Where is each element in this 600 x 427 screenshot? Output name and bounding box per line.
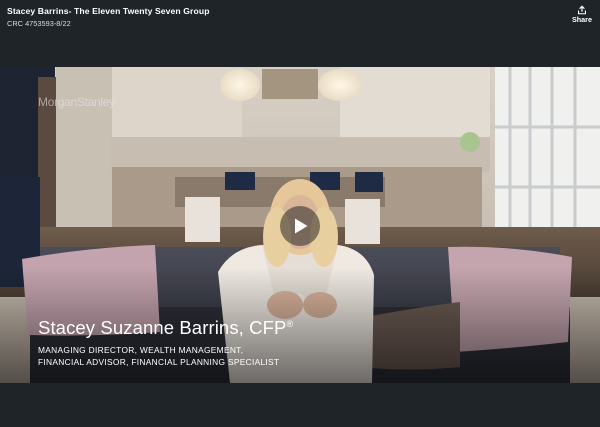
share-button[interactable]: Share	[570, 5, 594, 27]
player-footer	[0, 383, 600, 427]
video-frame[interactable]: MorganStanley Stacey Suzanne Barrins, CF…	[0, 67, 600, 383]
speaker-role-line-1: MANAGING DIRECTOR, WEALTH MANAGEMENT,	[38, 345, 244, 355]
speaker-role-line-2: FINANCIAL ADVISOR, FINANCIAL PLANNING SP…	[38, 356, 280, 367]
speaker-role: MANAGING DIRECTOR, WEALTH MANAGEMENT, FI…	[38, 345, 458, 368]
video-player: Stacey Barrins- The Eleven Twenty Seven …	[0, 0, 600, 427]
speaker-name-text: Stacey Suzanne Barrins, CFP	[38, 317, 287, 338]
lower-third-caption: Stacey Suzanne Barrins, CFP® MANAGING DI…	[38, 317, 458, 368]
play-icon	[295, 218, 308, 234]
player-header: Stacey Barrins- The Eleven Twenty Seven …	[0, 0, 600, 36]
share-label: Share	[572, 15, 592, 24]
video-title[interactable]: Stacey Barrins- The Eleven Twenty Seven …	[7, 6, 210, 16]
share-icon	[578, 5, 586, 15]
speaker-name-mark: ®	[286, 318, 294, 329]
speaker-name: Stacey Suzanne Barrins, CFP®	[38, 317, 458, 339]
video-subtitle: CRC 4753593-8/22	[7, 19, 71, 28]
play-button[interactable]	[280, 206, 320, 246]
morgan-stanley-watermark: MorganStanley	[38, 95, 115, 109]
